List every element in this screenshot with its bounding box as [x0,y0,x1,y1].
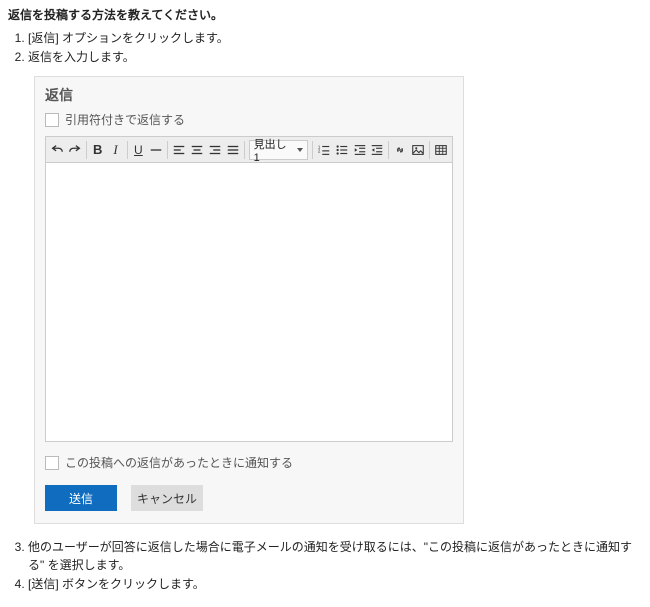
bold-icon[interactable]: B [89,140,107,160]
align-justify-icon[interactable] [224,140,242,160]
quote-checkbox-row[interactable]: 引用符付きで返信する [45,111,453,128]
reply-panel: 返信 引用符付きで返信する B I U [34,76,464,524]
redo-icon[interactable] [66,140,84,160]
italic-icon[interactable]: I [107,140,125,160]
submit-button[interactable]: 送信 [45,485,117,511]
strikethrough-icon[interactable] [147,140,165,160]
editor-toolbar: B I U 見出し 1 12 [45,136,453,162]
notify-checkbox-label: この投稿への返信があったときに通知する [65,454,293,471]
toolbar-separator [127,141,128,159]
undo-icon[interactable] [48,140,66,160]
steps-list-2: 他のユーザーが回答に返信した場合に電子メールの通知を受け取るには、"この投稿に返… [28,538,642,593]
toolbar-separator [244,141,245,159]
editor-content[interactable] [46,163,452,441]
heading-select[interactable]: 見出し 1 [249,140,308,160]
link-icon[interactable] [391,140,409,160]
panel-title: 返信 [45,85,453,105]
quote-checkbox[interactable] [45,113,59,127]
notify-checkbox[interactable] [45,456,59,470]
cancel-button[interactable]: キャンセル [131,485,203,511]
ordered-list-icon[interactable]: 12 [315,140,333,160]
page-heading: 返信を投稿する方法を教えてください。 [8,6,642,23]
submit-button-label: 送信 [69,490,93,507]
unordered-list-icon[interactable] [333,140,351,160]
toolbar-separator [388,141,389,159]
steps-list-1: [返信] オプションをクリックします。 返信を入力します。 [28,29,642,66]
table-icon[interactable] [432,140,450,160]
editor-area[interactable] [45,162,453,442]
underline-icon[interactable]: U [129,140,147,160]
step-item: [送信] ボタンをクリックします。 [28,575,642,593]
step-item: 他のユーザーが回答に返信した場合に電子メールの通知を受け取るには、"この投稿に返… [28,538,642,574]
quote-checkbox-label: 引用符付きで返信する [65,111,185,128]
align-center-icon[interactable] [188,140,206,160]
cancel-button-label: キャンセル [137,490,197,507]
toolbar-separator [167,141,168,159]
toolbar-separator [312,141,313,159]
toolbar-separator [86,141,87,159]
step-item: 返信を入力します。 [28,48,642,66]
align-left-icon[interactable] [170,140,188,160]
toolbar-separator [429,141,430,159]
step-item: [返信] オプションをクリックします。 [28,29,642,47]
notify-checkbox-row[interactable]: この投稿への返信があったときに通知する [45,454,453,471]
indent-icon[interactable] [351,140,369,160]
heading-select-value: 見出し 1 [254,136,291,164]
image-icon[interactable] [409,140,427,160]
align-right-icon[interactable] [206,140,224,160]
svg-text:2: 2 [318,148,321,153]
button-row: 送信 キャンセル [45,485,453,511]
outdent-icon[interactable] [369,140,387,160]
